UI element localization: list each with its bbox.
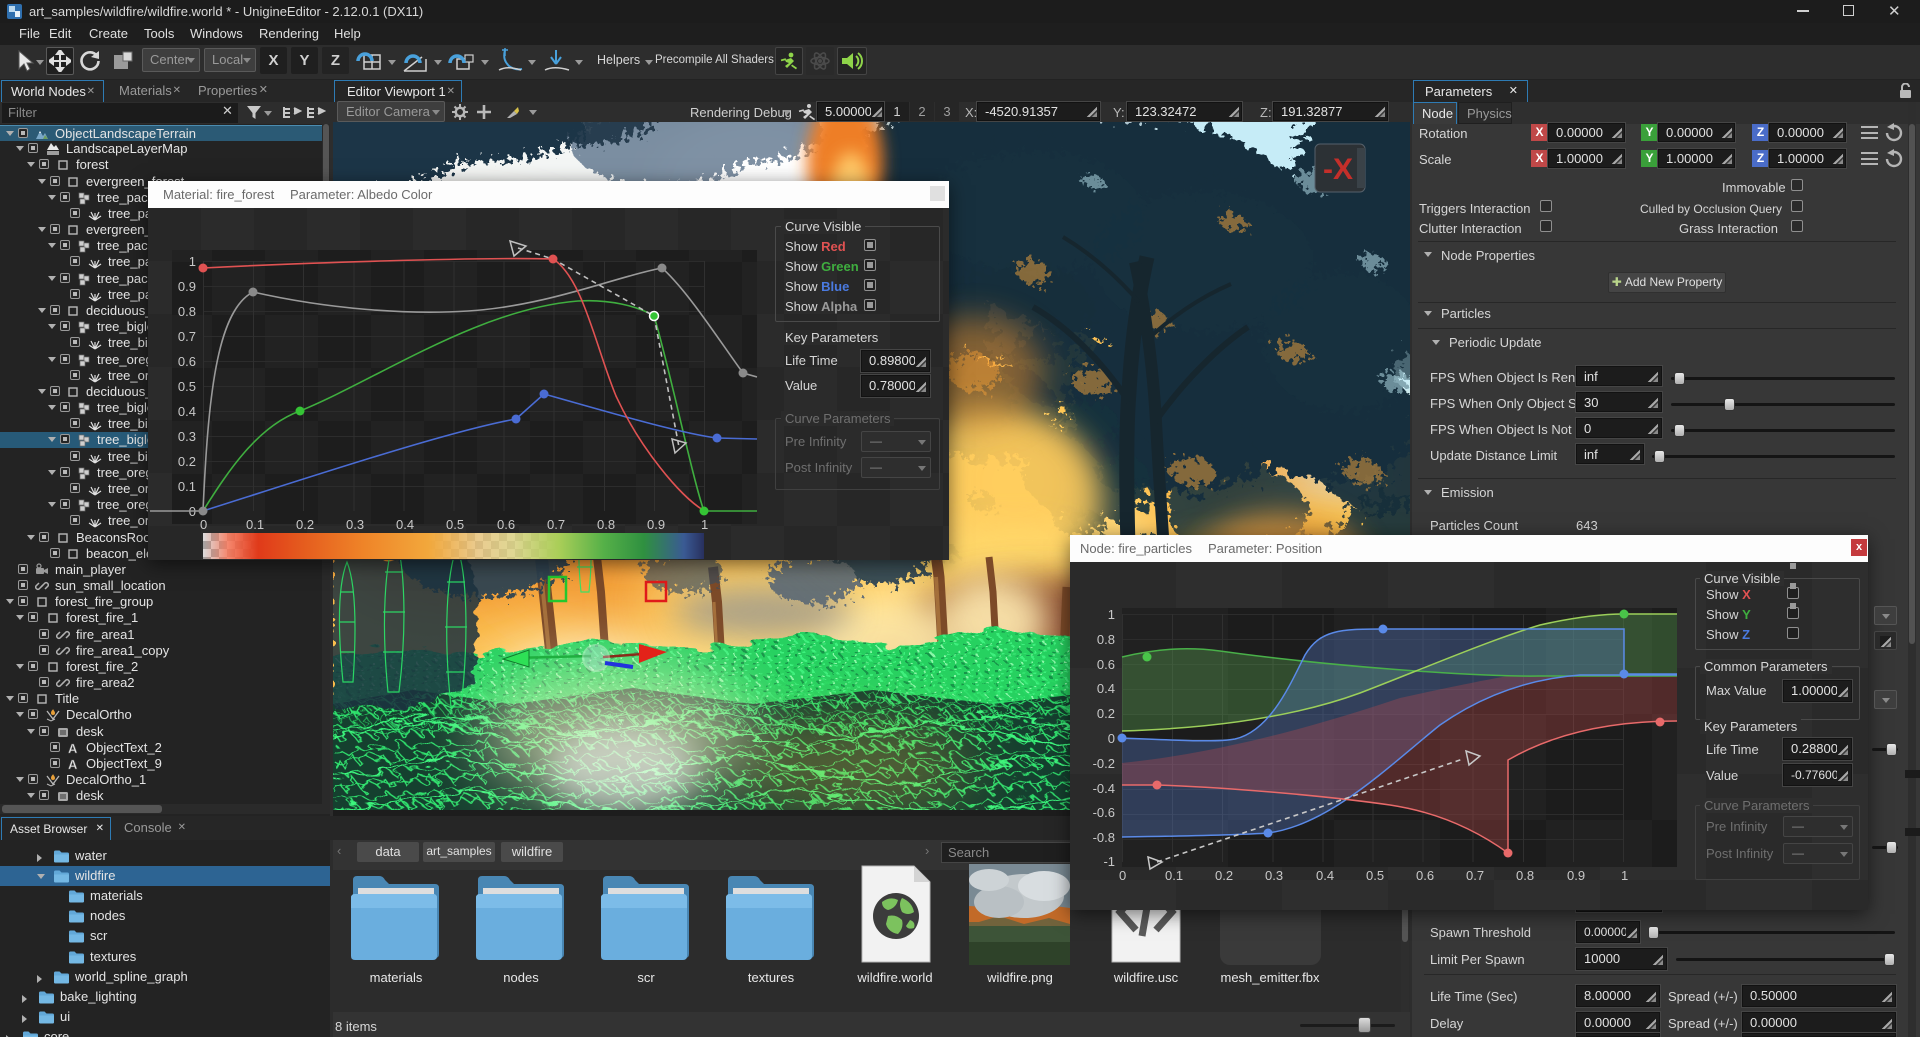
svg-text:1: 1 <box>701 517 708 532</box>
svg-text:0.4: 0.4 <box>1097 681 1115 696</box>
svg-text:0.6: 0.6 <box>1097 657 1115 672</box>
svg-text:A: A <box>68 741 78 755</box>
svg-text:0.8: 0.8 <box>597 517 615 532</box>
svg-text:0.4: 0.4 <box>178 404 196 419</box>
svg-text:-0.4: -0.4 <box>1093 781 1115 796</box>
svg-text:0.1: 0.1 <box>246 517 264 532</box>
svg-text:-1: -1 <box>1103 854 1115 869</box>
svg-text:0.6: 0.6 <box>497 517 515 532</box>
svg-text:0.7: 0.7 <box>178 329 196 344</box>
svg-text:0.7: 0.7 <box>1466 868 1484 883</box>
svg-text:0.6: 0.6 <box>1416 868 1434 883</box>
svg-text:0.4: 0.4 <box>396 517 414 532</box>
svg-text:0.3: 0.3 <box>346 517 364 532</box>
svg-text:-X: -X <box>1323 153 1353 186</box>
svg-text:0.8: 0.8 <box>178 304 196 319</box>
svg-text:0.5: 0.5 <box>1366 868 1384 883</box>
svg-text:0.9: 0.9 <box>647 517 665 532</box>
svg-text:1: 1 <box>1108 607 1115 622</box>
svg-text:A: A <box>68 757 78 771</box>
svg-text:0.2: 0.2 <box>296 517 314 532</box>
svg-text:0: 0 <box>200 517 207 532</box>
svg-text:0.2: 0.2 <box>178 454 196 469</box>
svg-text:0.8: 0.8 <box>1097 632 1115 647</box>
svg-text:0: 0 <box>1119 868 1126 883</box>
svg-text:0.6: 0.6 <box>178 354 196 369</box>
svg-text:1: 1 <box>189 254 196 269</box>
svg-text:0.9: 0.9 <box>1567 868 1585 883</box>
svg-text:0.5: 0.5 <box>178 379 196 394</box>
svg-text:0.7: 0.7 <box>547 517 565 532</box>
svg-text:0.8: 0.8 <box>1516 868 1534 883</box>
svg-text:-0.2: -0.2 <box>1093 756 1115 771</box>
svg-text:-0.6: -0.6 <box>1093 805 1115 820</box>
svg-text:0.4: 0.4 <box>1316 868 1334 883</box>
svg-text:0.5: 0.5 <box>446 517 464 532</box>
svg-text:0.2: 0.2 <box>1215 868 1233 883</box>
svg-text:-0.8: -0.8 <box>1093 830 1115 845</box>
svg-text:0.1: 0.1 <box>178 479 196 494</box>
svg-text:0.1: 0.1 <box>1165 868 1183 883</box>
svg-text:0.2: 0.2 <box>1097 706 1115 721</box>
svg-text:0.9: 0.9 <box>178 279 196 294</box>
svg-text:1: 1 <box>1621 868 1628 883</box>
svg-text:0.3: 0.3 <box>178 429 196 444</box>
svg-text:0.3: 0.3 <box>1265 868 1283 883</box>
svg-text:0: 0 <box>1108 731 1115 746</box>
